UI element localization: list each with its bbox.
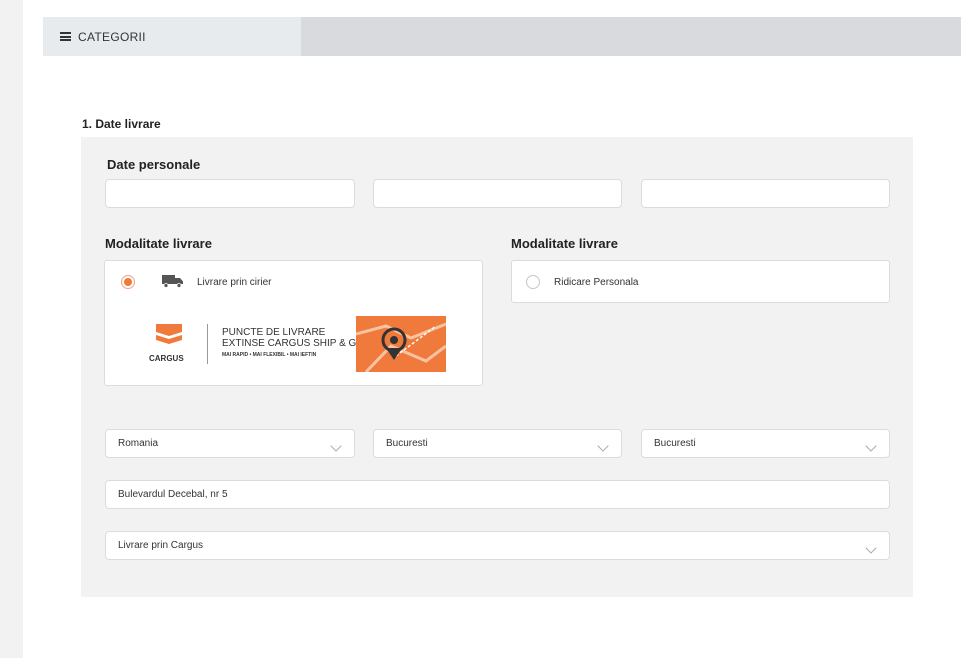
pickup-label: Ridicare Personala (554, 277, 639, 288)
cargus-brand: CARGUS (149, 354, 184, 363)
cargus-banner: CARGUS PUNCTE DE LIVRARE EXTINSE CARGUS … (144, 316, 446, 372)
courier-label: Livrare prin cirier (197, 277, 272, 288)
country-select[interactable]: Romania (105, 429, 355, 458)
chevron-down-icon (865, 542, 877, 554)
delivery-method-heading-right: Modalitate livrare (511, 236, 618, 251)
city-select[interactable]: Bucuresti (641, 429, 890, 458)
street-address-value: Bulevardul Decebal, nr 5 (118, 489, 228, 500)
street-address-field[interactable]: Bulevardul Decebal, nr 5 (105, 480, 890, 509)
categories-label: CATEGORII (78, 29, 146, 44)
left-edge (0, 0, 23, 658)
personal-field-3[interactable] (641, 179, 890, 208)
banner-tagline: MAI RAPID • MAI FLEXIBIL • MAI IEFTIN (222, 352, 317, 358)
chevron-down-icon (865, 440, 877, 452)
personal-field-1[interactable] (105, 179, 355, 208)
hamburger-icon (60, 32, 71, 41)
country-value: Romania (118, 438, 159, 449)
categories-menu-button[interactable]: CATEGORII (43, 17, 301, 56)
courier-radio[interactable] (121, 275, 135, 289)
chevron-down-icon (330, 440, 342, 452)
personal-input-3[interactable] (654, 179, 889, 208)
city-value: Bucuresti (654, 438, 696, 449)
personal-input-2[interactable] (386, 179, 621, 208)
banner-divider (207, 324, 208, 364)
personal-input-1[interactable] (118, 179, 354, 208)
cargus-logo-icon (156, 324, 182, 344)
map-pin-graphic (356, 316, 446, 372)
county-value: Bucuresti (386, 438, 428, 449)
chevron-down-icon (597, 440, 609, 452)
personal-data-heading: Date personale (107, 157, 201, 172)
banner-line-2: EXTINSE CARGUS SHIP & GO (222, 338, 365, 349)
truck-icon (162, 275, 183, 288)
pickup-radio[interactable] (526, 275, 540, 289)
section-title: 1. Date livrare (82, 117, 161, 131)
shipping-method-select[interactable]: Livrare prin Cargus (105, 531, 890, 560)
delivery-method-heading-left: Modalitate livrare (105, 236, 212, 251)
county-select[interactable]: Bucuresti (373, 429, 622, 458)
shipping-method-value: Livrare prin Cargus (118, 540, 204, 551)
banner-line-1: PUNCTE DE LIVRARE (222, 327, 326, 338)
personal-field-2[interactable] (373, 179, 622, 208)
